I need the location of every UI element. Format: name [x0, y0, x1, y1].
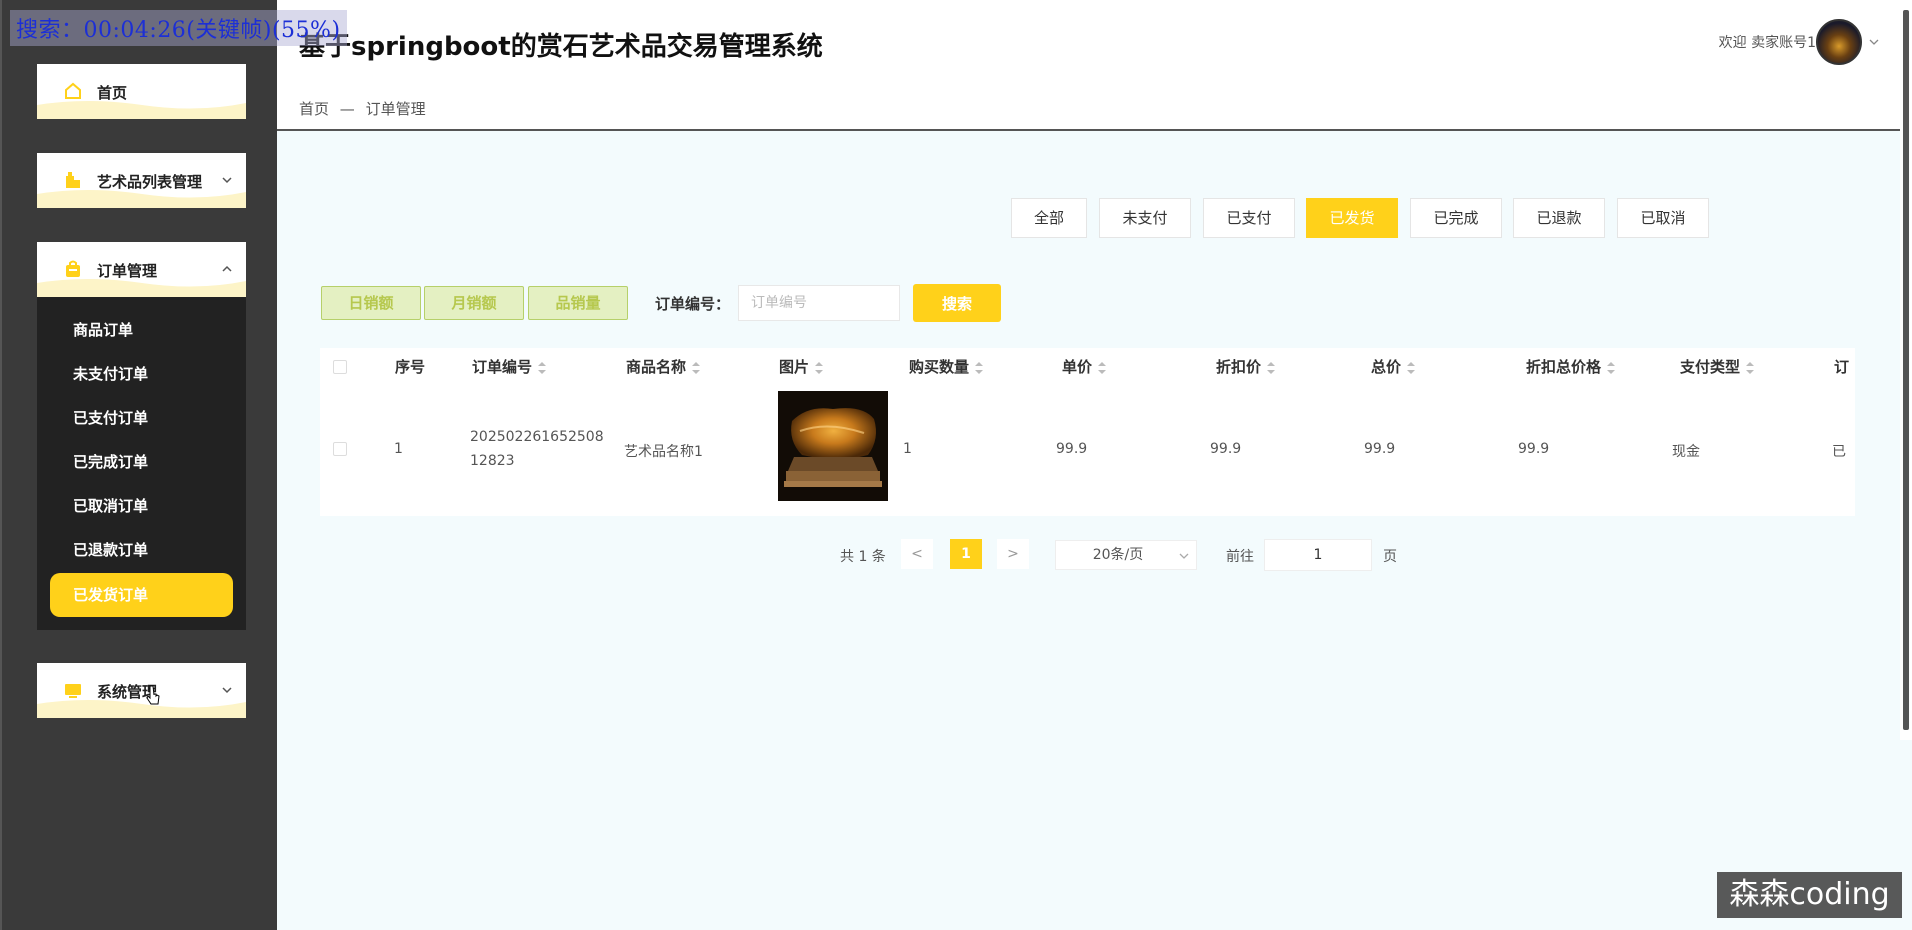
pagination-page-label: 页	[1383, 549, 1397, 565]
column-header-discount-price[interactable]: 折扣价	[1216, 356, 1276, 377]
chevron-down-icon	[1179, 553, 1189, 559]
column-header-index: 序号	[395, 358, 426, 376]
order-no-label: 订单编号：	[655, 295, 731, 313]
app-root: 搜索：00:04:26(关键帧)(55%) 首页 艺术品列表管理 订单管理 商品…	[0, 0, 1912, 930]
sort-icon[interactable]	[692, 361, 701, 374]
menu-home[interactable]: 首页	[37, 64, 246, 119]
cell-total: 99.9	[1364, 441, 1396, 457]
pagination-goto-input[interactable]	[1264, 539, 1372, 571]
column-header-price[interactable]: 单价	[1062, 356, 1107, 377]
cell-pay-type: 现金	[1672, 444, 1700, 460]
breadcrumb-home[interactable]: 首页	[299, 100, 329, 118]
tab-refunded[interactable]: 已退款	[1513, 198, 1605, 238]
home-icon	[65, 82, 81, 99]
select-all-checkbox[interactable]	[333, 360, 347, 374]
sort-icon[interactable]	[1746, 361, 1755, 374]
daily-sales-button[interactable]: 日销额	[321, 286, 421, 320]
main-content: 基于springboot的赏石艺术品交易管理系统 首页 — 订单管理 欢迎 卖家…	[277, 0, 1912, 930]
page-size-select[interactable]: 20条/页	[1055, 540, 1197, 570]
menu-home-label: 首页	[97, 84, 128, 102]
column-header-image[interactable]: 图片	[779, 356, 824, 377]
pagination-goto-label: 前往	[1226, 549, 1254, 565]
pagination-next-button[interactable]: >	[997, 539, 1029, 569]
tab-unpaid[interactable]: 未支付	[1099, 198, 1191, 238]
bag-icon	[66, 260, 80, 277]
chevron-down-icon[interactable]	[1868, 36, 1880, 48]
orders-table: 序号 订单编号 商品名称 图片 购买数量 单价 折扣价 总价 折扣总价格 支付类…	[320, 348, 1855, 516]
cell-name: 艺术品名称1	[624, 444, 703, 460]
tab-shipped[interactable]: 已发货	[1306, 198, 1398, 238]
monitor-icon	[65, 684, 81, 698]
monthly-sales-button[interactable]: 月销额	[424, 286, 524, 320]
submenu-shipped-orders[interactable]: 已发货订单	[50, 573, 233, 617]
tab-completed[interactable]: 已完成	[1410, 198, 1502, 238]
welcome-text: 欢迎 卖家账号1	[1718, 35, 1816, 51]
cell-index: 1	[394, 441, 403, 457]
submenu-goods-orders[interactable]: 商品订单	[37, 308, 246, 352]
avatar[interactable]	[1816, 19, 1862, 65]
column-header-pay-type[interactable]: 支付类型	[1680, 356, 1755, 377]
video-overlay-caption: 搜索：00:04:26(关键帧)(55%)	[10, 10, 347, 46]
chevron-up-icon	[222, 265, 232, 272]
sort-icon[interactable]	[975, 361, 984, 374]
sort-icon[interactable]	[1267, 361, 1276, 374]
mouse-cursor-icon	[146, 685, 160, 705]
cell-order-no-line1: 202502261652508	[470, 429, 604, 445]
order-no-input[interactable]	[738, 285, 900, 321]
stone-image	[778, 391, 888, 501]
top-header: 基于springboot的赏石艺术品交易管理系统 首页 — 订单管理 欢迎 卖家…	[277, 0, 1900, 131]
menu-artwork-list-label: 艺术品列表管理	[97, 173, 203, 191]
cell-status: 已	[1832, 444, 1846, 460]
product-sales-button[interactable]: 品销量	[528, 286, 628, 320]
submenu-completed-orders[interactable]: 已完成订单	[37, 440, 246, 484]
sort-icon[interactable]	[538, 361, 547, 374]
sort-icon[interactable]	[1407, 361, 1416, 374]
cell-discount-total: 99.9	[1518, 441, 1550, 457]
tab-paid[interactable]: 已支付	[1203, 198, 1295, 238]
column-header-discount-total[interactable]: 折扣总价格	[1526, 356, 1616, 377]
vertical-scrollbar[interactable]	[1900, 0, 1912, 740]
cell-price: 99.9	[1056, 441, 1088, 457]
column-header-total[interactable]: 总价	[1371, 356, 1416, 377]
artwork-thumbnail[interactable]	[778, 391, 888, 501]
tab-all[interactable]: 全部	[1011, 198, 1087, 238]
chevron-down-icon	[222, 177, 232, 184]
sidebar: 首页 艺术品列表管理 订单管理 商品订单 未支付订单 已支付订单 已完成订单 已…	[0, 0, 277, 930]
sort-icon[interactable]	[1607, 361, 1616, 374]
app-title: 基于springboot的赏石艺术品交易管理系统	[299, 32, 823, 62]
cell-discount-price: 99.9	[1210, 441, 1242, 457]
breadcrumb-separator: —	[339, 100, 355, 118]
submenu-cancelled-orders[interactable]: 已取消订单	[37, 484, 246, 528]
row-checkbox[interactable]	[333, 442, 347, 456]
page-size-value: 20条/页	[1092, 547, 1144, 563]
search-button[interactable]: 搜索	[913, 284, 1001, 322]
column-header-status[interactable]: 订	[1834, 356, 1849, 377]
sort-icon[interactable]	[815, 361, 824, 374]
sort-icon[interactable]	[1098, 361, 1107, 374]
breadcrumb: 首页 — 订单管理	[299, 98, 432, 119]
breadcrumb-current: 订单管理	[365, 100, 426, 118]
submenu-refunded-orders[interactable]: 已退款订单	[37, 528, 246, 572]
column-header-order-no[interactable]: 订单编号	[472, 356, 547, 377]
building-icon	[66, 172, 80, 188]
scrollbar-thumb[interactable]	[1903, 10, 1909, 730]
pagination-prev-button[interactable]: <	[901, 539, 933, 569]
cell-order-no-line2: 12823	[470, 453, 515, 469]
column-header-qty[interactable]: 购买数量	[909, 356, 984, 377]
pagination-total: 共 1 条	[840, 549, 886, 565]
pagination-page-1[interactable]: 1	[950, 539, 982, 569]
menu-artwork-list[interactable]: 艺术品列表管理	[37, 153, 246, 208]
watermark: 森森coding	[1717, 872, 1902, 918]
menu-order-management[interactable]: 订单管理	[37, 242, 246, 297]
menu-system-management[interactable]: 系统管理	[37, 663, 246, 718]
submenu-paid-orders[interactable]: 已支付订单	[37, 396, 246, 440]
column-header-name[interactable]: 商品名称	[626, 356, 701, 377]
menu-order-management-label: 订单管理	[97, 262, 158, 280]
cell-qty: 1	[903, 441, 912, 457]
submenu-unpaid-orders[interactable]: 未支付订单	[37, 352, 246, 396]
tab-cancelled[interactable]: 已取消	[1617, 198, 1709, 238]
chevron-down-icon	[222, 687, 232, 694]
